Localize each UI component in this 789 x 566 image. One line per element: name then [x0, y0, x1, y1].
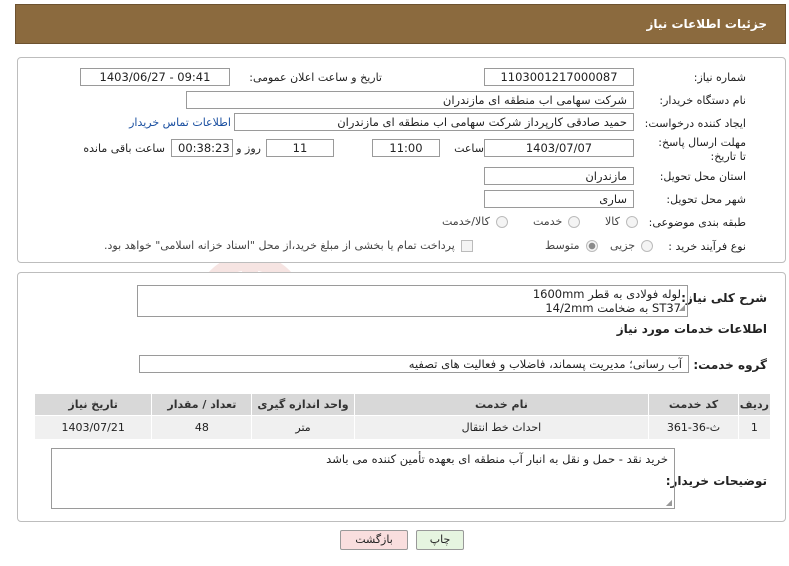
buyer-org-field[interactable]: شرکت سهامی اب منطقه ای مازندران	[186, 91, 634, 109]
radio-goods[interactable]	[625, 215, 638, 228]
radio-medium[interactable]	[585, 239, 598, 252]
cell-name: احداث خط انتقال	[353, 415, 650, 440]
cell-code: ث-36-361	[648, 415, 739, 440]
summary-label: شرح کلی نیاز:	[681, 291, 767, 305]
province-label: استان محل تحویل:	[659, 170, 746, 183]
radio-goods-service[interactable]	[495, 215, 508, 228]
col-row-header: ردیف	[737, 393, 772, 416]
remaining-label: ساعت باقی مانده	[83, 142, 165, 155]
col-code-header: کد خدمت	[648, 393, 739, 416]
radio-service[interactable]	[568, 215, 581, 228]
deadline-time-label: ساعت	[454, 142, 484, 155]
cell-qty: 48	[151, 415, 253, 440]
announce-label: تاریخ و ساعت اعلان عمومی:	[249, 71, 382, 84]
deadline-time-field[interactable]: 11:00	[372, 139, 440, 157]
resize-handle-icon[interactable]: ◢	[666, 498, 672, 507]
process-label: نوع فرآیند خرید :	[668, 240, 746, 253]
days-field[interactable]: 11	[266, 139, 334, 157]
treasury-checkbox[interactable]	[460, 239, 473, 252]
service-group-label: گروه خدمت:	[693, 358, 767, 372]
cell-unit: متر	[251, 415, 355, 440]
print-button[interactable]: چاپ	[416, 530, 464, 550]
category-option-goods[interactable]: کالا	[605, 215, 638, 228]
buyer-notes-textarea[interactable]: خرید نقد - حمل و نقل به انبار آب منطقه ا…	[51, 448, 675, 509]
cell-row: 1	[737, 415, 772, 440]
category-option-service[interactable]: خدمت	[533, 215, 581, 228]
category-option-goods-service[interactable]: کالا/خدمت	[442, 215, 508, 228]
summary-line-2: ST37 به ضخامت 14/2mm	[545, 301, 681, 315]
services-section-title: اطلاعات خدمات مورد نیاز	[616, 322, 767, 336]
contact-buyer-link[interactable]: اطلاعات تماس خریدار	[129, 116, 231, 129]
back-button[interactable]: بازگشت	[340, 530, 408, 550]
col-qty-header: تعداد / مقدار	[151, 393, 253, 416]
col-name-header: نام خدمت	[353, 393, 650, 416]
radio-minor[interactable]	[641, 239, 654, 252]
deadline-label: مهلت ارسال پاسخ: تا تاریخ:	[658, 136, 746, 163]
col-unit-header: واحد اندازه گیری	[251, 393, 355, 416]
cell-date: 1403/07/21	[33, 415, 153, 440]
table-row: 1 ث-36-361 احداث خط انتقال متر 48 1403/0…	[33, 415, 772, 440]
creator-field[interactable]: حمید صادقی کارپرداز شرکت سهامی اب منطقه …	[234, 113, 634, 131]
process-option-minor[interactable]: جزیی	[610, 239, 654, 252]
city-label: شهر محل تحویل:	[666, 193, 746, 206]
service-group-field[interactable]: آب رسانی؛ مدیریت پسماند، فاضلاب و فعالیت…	[139, 355, 689, 373]
creator-label: ایجاد کننده درخواست:	[644, 117, 746, 130]
buyer-notes-label: توضیحات خریدار:	[665, 474, 767, 488]
buyer-org-label: نام دستگاه خریدار:	[659, 94, 746, 107]
announce-field[interactable]: 1403/06/27 - 09:41	[80, 68, 230, 86]
page-header: جزئیات اطلاعات نیاز	[15, 4, 786, 44]
need-number-field[interactable]: 1103001217000087	[484, 68, 634, 86]
services-table: ردیف کد خدمت نام خدمت واحد اندازه گیری ت…	[33, 393, 772, 440]
resize-handle-icon[interactable]: ◢	[679, 301, 685, 315]
need-number-label: شماره نیاز:	[693, 71, 746, 84]
days-label: روز و	[236, 142, 261, 155]
city-field[interactable]: ساری	[484, 190, 634, 208]
remaining-time-field[interactable]: 00:38:23	[171, 139, 233, 157]
table-header-row: ردیف کد خدمت نام خدمت واحد اندازه گیری ت…	[33, 393, 772, 416]
deadline-date-field[interactable]: 1403/07/07	[484, 139, 634, 157]
province-field[interactable]: مازندران	[484, 167, 634, 185]
page-title: جزئیات اطلاعات نیاز	[646, 17, 767, 31]
col-date-header: تاریخ نیاز	[33, 393, 153, 416]
treasury-payment-option[interactable]: پرداخت تمام یا بخشی از مبلغ خرید،از محل …	[104, 239, 473, 252]
category-label: طبقه بندی موضوعی:	[648, 216, 746, 229]
summary-textarea[interactable]: لوله فولادی به قطر 1600mm ST37 به ضخامت …	[137, 285, 688, 317]
process-option-medium[interactable]: متوسط	[545, 239, 598, 252]
summary-line-1: لوله فولادی به قطر 1600mm	[532, 287, 681, 301]
buyer-notes-text: خرید نقد - حمل و نقل به انبار آب منطقه ا…	[326, 452, 668, 466]
